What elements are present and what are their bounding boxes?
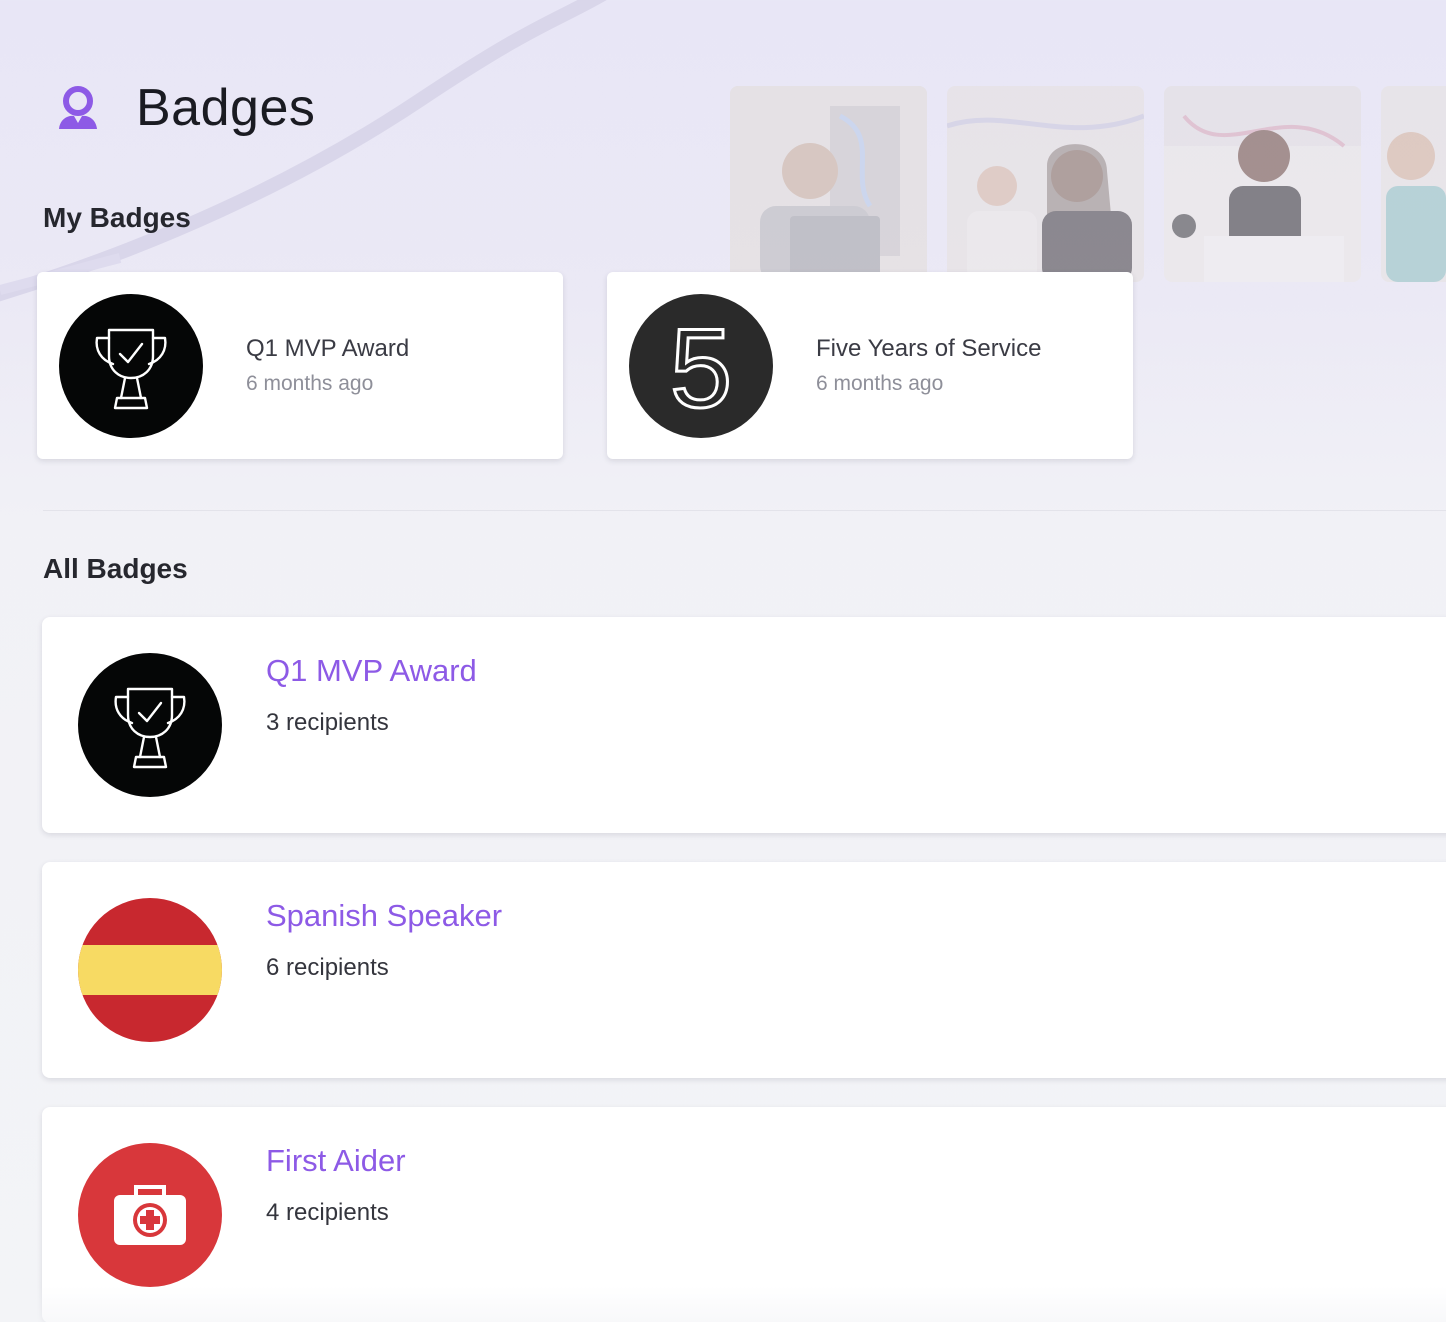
badge-list-item[interactable]: Q1 MVP Award 3 recipients <box>42 617 1446 833</box>
header-photo <box>947 86 1144 282</box>
svg-text:5: 5 <box>670 306 732 431</box>
badge-recipient-count: 6 recipients <box>266 954 389 981</box>
number-five-icon: 5 <box>629 293 773 438</box>
badge-list-item[interactable]: First Aider 4 recipients <box>42 1107 1446 1322</box>
badge-person-icon <box>52 82 104 134</box>
badge-link[interactable]: Q1 MVP Award <box>266 653 477 689</box>
header-photo <box>1164 86 1361 282</box>
badge-recipient-count: 3 recipients <box>266 709 389 736</box>
badge-link[interactable]: Spanish Speaker <box>266 898 502 934</box>
spain-flag-icon <box>78 898 222 1042</box>
badge-recipient-count: 4 recipients <box>266 1199 389 1226</box>
badge-list-item[interactable]: Spanish Speaker 6 recipients <box>42 862 1446 1078</box>
badge-earned-time: 6 months ago <box>246 372 374 395</box>
trophy-icon <box>59 293 203 438</box>
all-badges-heading: All Badges <box>43 553 188 584</box>
page-header: Badges <box>52 76 315 140</box>
my-badge-card[interactable]: 5 Five Years of Service 6 months ago <box>607 272 1133 459</box>
badge-name: Q1 MVP Award <box>246 335 410 362</box>
section-divider <box>43 510 1446 511</box>
trophy-icon <box>78 653 222 797</box>
badge-name: Five Years of Service <box>816 335 1042 362</box>
header-photo <box>730 86 927 282</box>
badge-link[interactable]: First Aider <box>266 1143 406 1179</box>
first-aid-kit-icon <box>78 1143 222 1287</box>
my-badge-card[interactable]: Q1 MVP Award 6 months ago <box>37 272 563 459</box>
header-photo-strip <box>730 86 1446 282</box>
header-photo <box>1381 86 1446 282</box>
page-title: Badges <box>136 79 316 137</box>
badge-earned-time: 6 months ago <box>816 372 944 395</box>
my-badges-heading: My Badges <box>43 202 191 233</box>
